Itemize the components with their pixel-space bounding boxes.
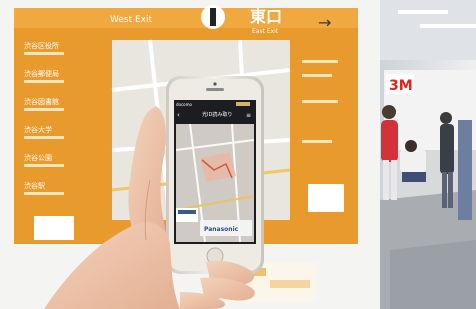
sign-left-label: 渋谷郵便局 [24, 69, 59, 78]
photo-scene: 3M West Exit 東口 East Exit → 渋谷区役所 渋谷郵便局 … [0, 0, 476, 309]
sign-left-label: 渋谷大学 [24, 125, 52, 134]
sign-left-label: 渋谷区役所 [24, 41, 59, 50]
sign-left-label: 渋谷図書館 [24, 97, 59, 106]
brand-label: Panasonic [204, 226, 239, 233]
battery-indicator [236, 102, 250, 106]
screen-title: 光ID読み取り [202, 111, 232, 118]
person-background-3 [440, 112, 454, 208]
menu-icon[interactable]: ≡ [246, 112, 251, 119]
back-icon[interactable]: ‹ [177, 111, 180, 119]
booth-logo: 3M [389, 78, 413, 94]
scene-svg: 3M West Exit 東口 East Exit → 渋谷区役所 渋谷郵便局 … [0, 0, 476, 309]
earpiece [206, 88, 224, 91]
smartphone: docomo ‹ 光ID読み取り ≡ Panasonic [166, 76, 264, 274]
east-exit-en-label: East Exit [252, 28, 279, 35]
svg-text:→: → [318, 13, 331, 32]
east-exit-jp-label: 東口 [250, 7, 282, 26]
sign-left-label: 渋谷駅 [24, 181, 45, 190]
west-exit-label: West Exit [110, 15, 153, 25]
carrier-label: docomo [176, 102, 193, 107]
sign-left-label: 渋谷公園 [24, 153, 52, 162]
